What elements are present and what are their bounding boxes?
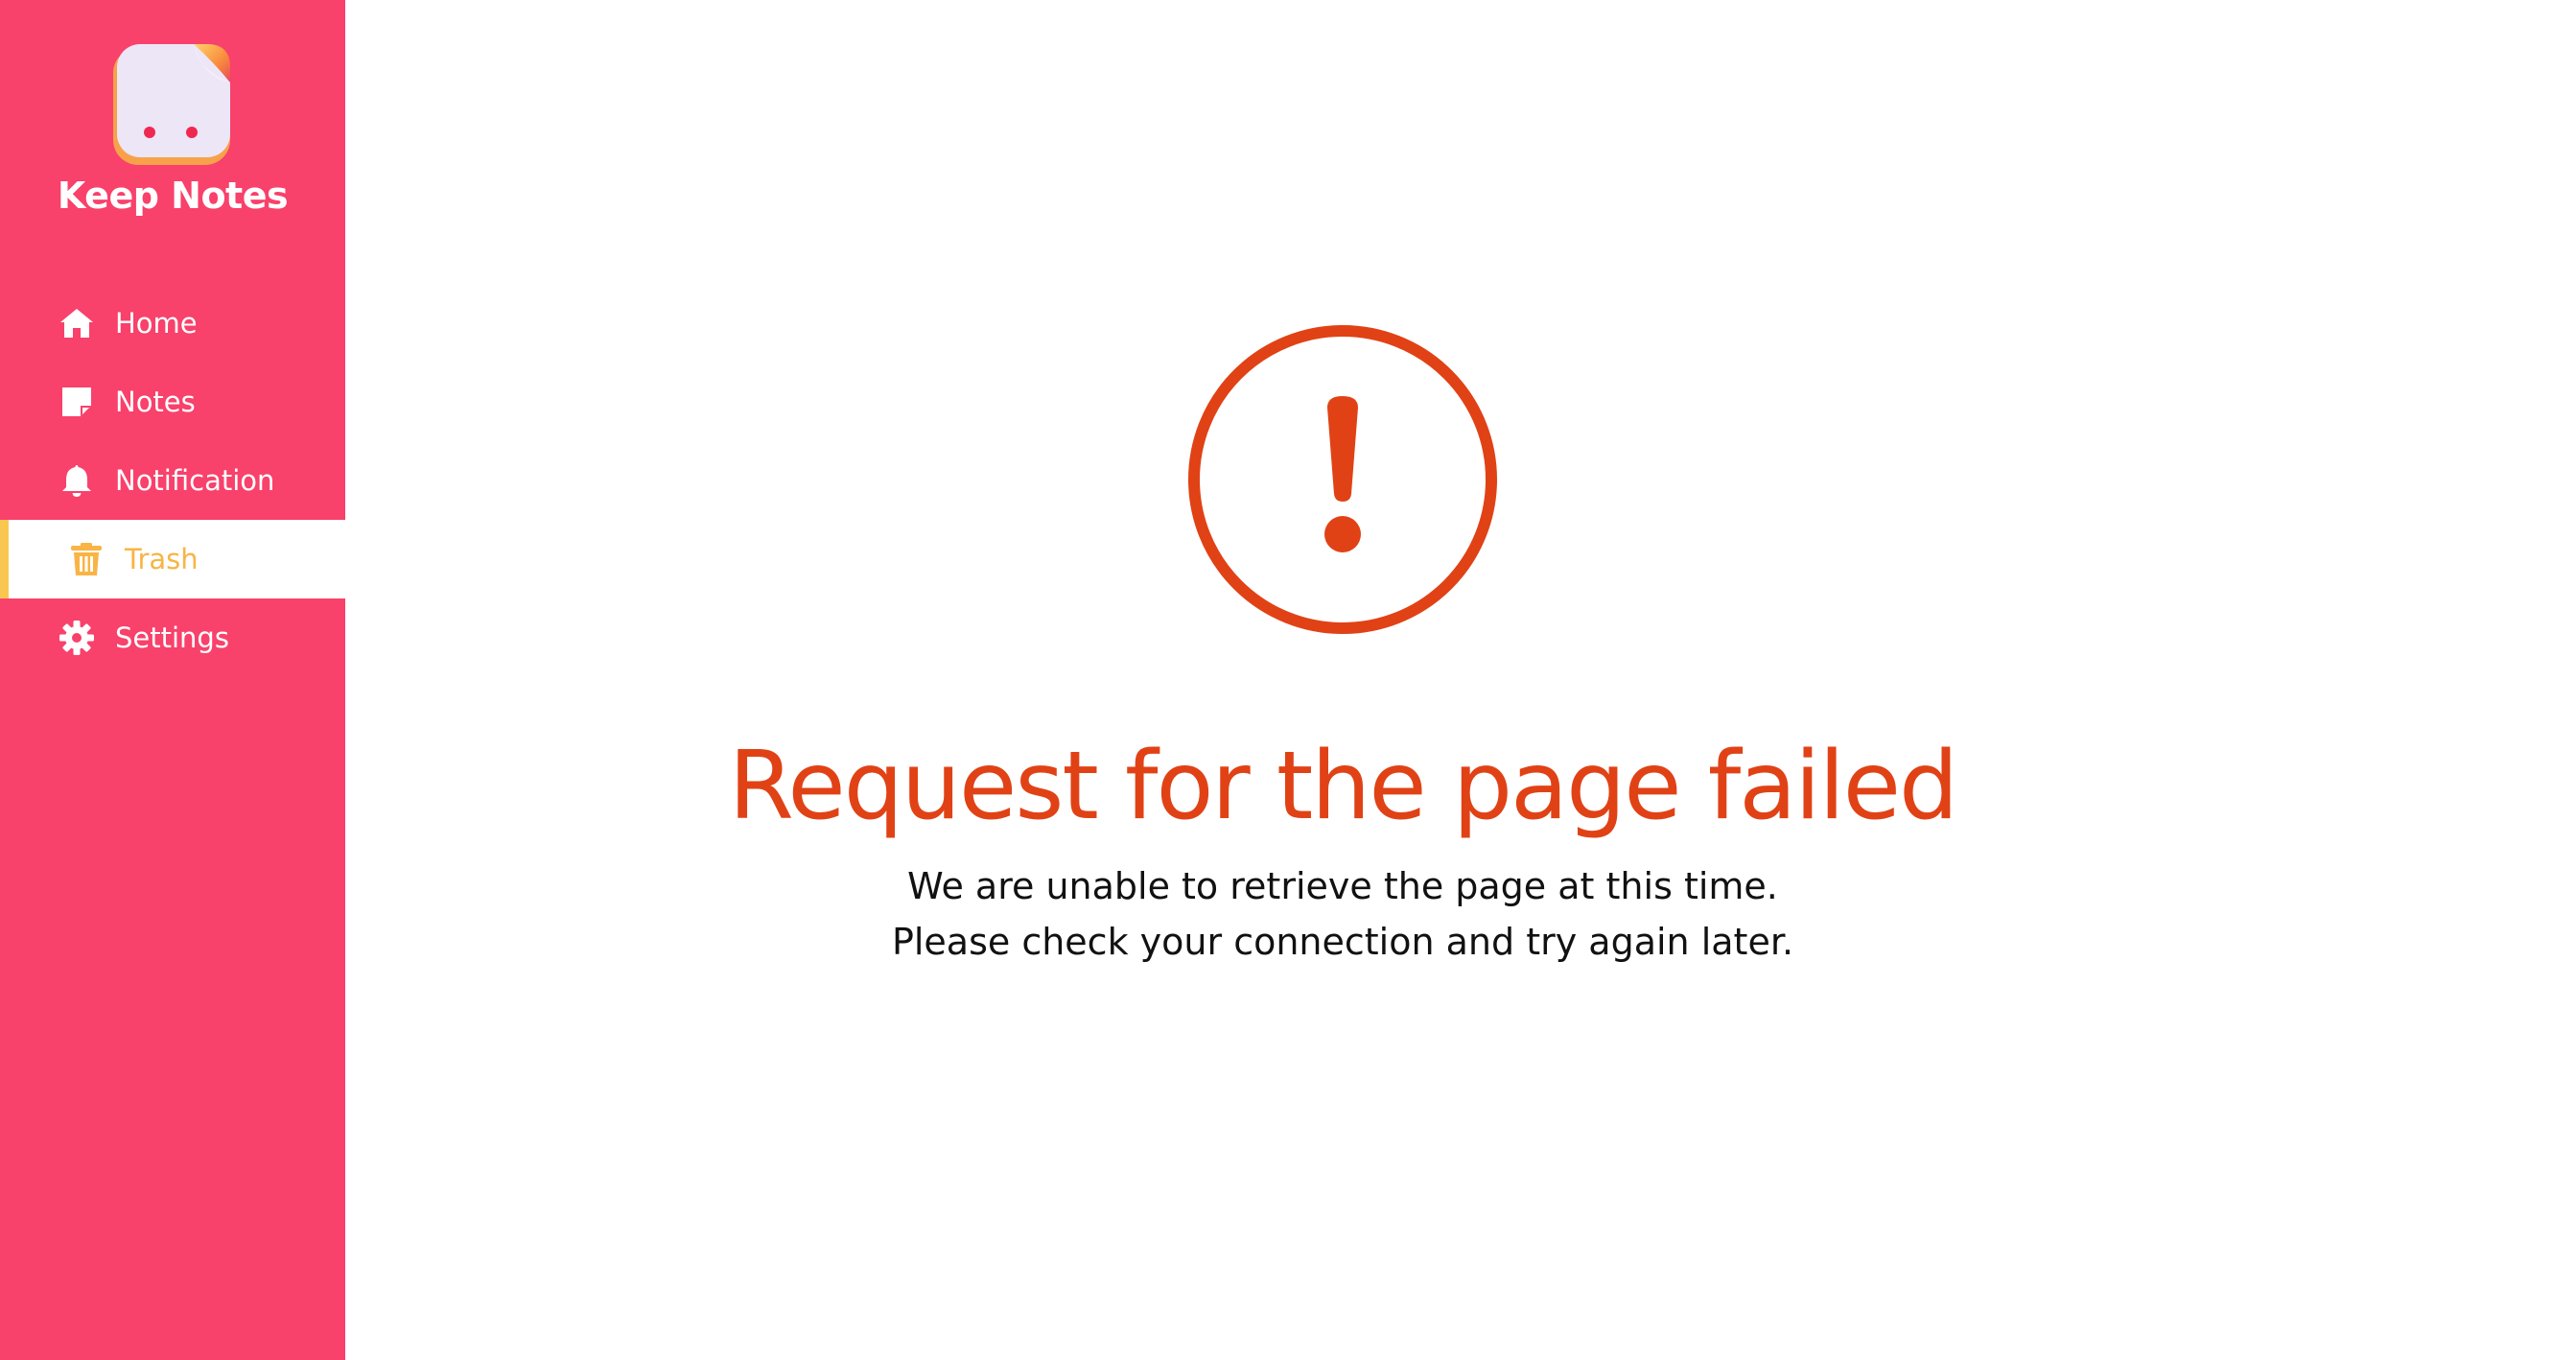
- error-panel: Request for the page failed We are unabl…: [345, 321, 2340, 970]
- note-icon: [62, 387, 91, 416]
- sidebar-item-settings[interactable]: Settings: [0, 598, 345, 677]
- error-message-line-1: We are unable to retrieve the page at th…: [907, 865, 1778, 907]
- sidebar-item-label: Trash: [125, 543, 199, 575]
- main-content: Request for the page failed We are unabl…: [345, 0, 2576, 1360]
- keep-notes-logo-icon: [113, 44, 230, 165]
- sidebar-item-label: Notification: [115, 464, 275, 497]
- bell-icon: [62, 465, 91, 497]
- home-icon: [60, 309, 93, 338]
- sidebar-item-notification[interactable]: Notification: [0, 441, 345, 520]
- error-title: Request for the page failed: [728, 732, 1959, 841]
- trash-icon: [71, 543, 102, 575]
- error-message-line-2: Please check your connection and try aga…: [891, 921, 1794, 963]
- app-name: Keep Notes: [57, 175, 289, 217]
- error-message: We are unable to retrieve the page at th…: [345, 858, 2340, 970]
- sidebar-item-notes[interactable]: Notes: [0, 363, 345, 441]
- brand: Keep Notes: [0, 36, 345, 217]
- sidebar-item-home[interactable]: Home: [0, 284, 345, 363]
- sidebar-item-label: Home: [115, 307, 198, 340]
- sidebar-item-trash[interactable]: Trash: [0, 520, 345, 598]
- exclamation-circle-icon: [1188, 325, 1497, 634]
- sidebar-nav: Home Notes Notification Trash Settings: [0, 284, 345, 677]
- sidebar: Keep Notes Home Notes Notification Trash…: [0, 0, 345, 1360]
- sidebar-item-label: Settings: [115, 621, 229, 654]
- sidebar-item-label: Notes: [115, 386, 196, 418]
- gear-icon: [59, 621, 94, 655]
- app-root: Keep Notes Home Notes Notification Trash…: [0, 0, 2576, 1360]
